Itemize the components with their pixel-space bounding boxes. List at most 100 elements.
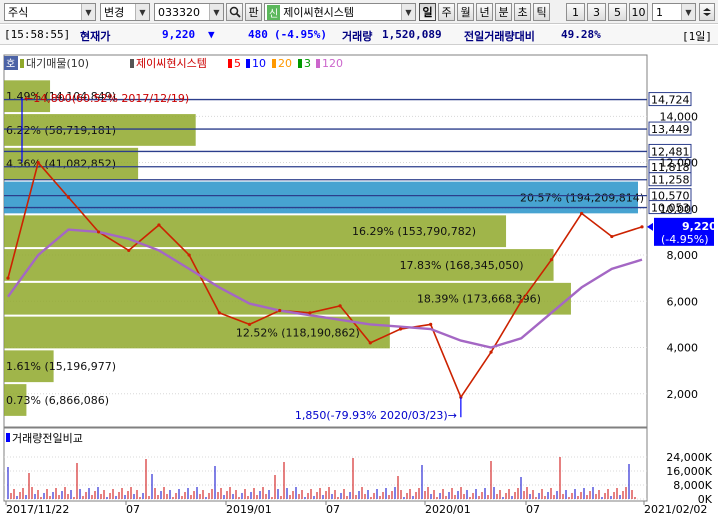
period-tag: [1일]: [682, 30, 712, 43]
high-annotation: ←14,800(60.52% 2017/12/19): [24, 92, 189, 105]
chart-frame: 1.49% (14,104,849) 6.22% (58,719,181) 4.36…: [0, 47, 718, 515]
period-button-6[interactable]: 틱: [533, 3, 550, 21]
count-value: 1: [656, 5, 663, 19]
chevron-down-icon[interactable]: ▼: [401, 4, 415, 20]
volume-tick-label: 16,000K: [666, 465, 712, 478]
legend-swatch: [272, 59, 276, 68]
legend-swatch: [130, 59, 134, 68]
period-button-3[interactable]: 년: [476, 3, 493, 21]
volume-profile-label: 0.73% (6,866,086): [6, 394, 109, 407]
y-tick-label: 8,000: [667, 249, 699, 262]
price-point: [278, 308, 282, 313]
price-chart[interactable]: 1.49% (14,104,849)6.22% (58,719,181)4.36…: [0, 47, 718, 515]
prev-ratio-label: 전일거래량대비: [464, 30, 535, 43]
volume-profile-label: 17.83% (168,345,050): [400, 259, 524, 272]
volume-label: 거래량: [342, 30, 373, 43]
period-button-1[interactable]: 주: [438, 3, 455, 21]
volume-panel-label: 거래량전일비교: [12, 431, 83, 445]
price-level-label: 13,449: [651, 123, 690, 136]
x-tick-label: 07: [326, 503, 340, 515]
chevron-down-icon[interactable]: ▼: [81, 4, 95, 20]
price-point: [519, 299, 523, 303]
stepper-icon: [703, 8, 711, 16]
period-button-4[interactable]: 분: [495, 3, 512, 21]
current-change-label: (-4.95%): [661, 233, 709, 246]
price-point: [610, 234, 614, 239]
market-select[interactable]: 주식 ▼: [4, 3, 96, 21]
legend-stock: 제이씨현시스템: [136, 57, 207, 70]
legend-ma-3: 3: [304, 57, 311, 70]
price-change-pct: (-4.95%): [274, 28, 327, 41]
price-point: [640, 225, 644, 229]
price-point: [338, 304, 342, 308]
volume-profile-label: 12.52% (118,190,862): [236, 326, 360, 339]
company-select[interactable]: 신 제이씨현시스템 ▼: [264, 3, 416, 21]
legend-swatch: [6, 433, 10, 442]
x-tick-label: 2017/11/22: [6, 503, 69, 515]
market-select-value: 주식: [8, 6, 29, 19]
change-down-icon: ▼: [208, 28, 215, 41]
chevron-down-icon[interactable]: ▼: [209, 4, 223, 20]
volume-value: 1,520,089: [382, 28, 442, 41]
y-tick-label: 6,000: [667, 295, 699, 308]
legend-ma-5: 5: [234, 57, 241, 70]
legend-swatch: [246, 59, 250, 68]
interval-button-3[interactable]: 3: [587, 3, 606, 21]
period-button-5[interactable]: 초: [514, 3, 531, 21]
count-select[interactable]: 1 ▼: [652, 3, 696, 21]
stock-code-input[interactable]: 033320 ▼: [154, 3, 224, 21]
interval-button-1[interactable]: 1: [566, 3, 585, 21]
credit-badge: 신: [267, 4, 281, 20]
x-tick-label: 2019/01: [226, 503, 272, 515]
y-tick-label: 10,000: [660, 203, 699, 216]
legend-ma-20: 20: [278, 57, 292, 70]
legend-swatch: [298, 59, 302, 68]
y-tick-label: 14,000: [660, 110, 699, 123]
prev-ratio-value: 49.28%: [561, 28, 601, 41]
x-tick-label: 2020/01: [425, 503, 471, 515]
period-button-0[interactable]: 일: [419, 3, 436, 21]
price-point: [6, 276, 10, 280]
price-level-label: 11,258: [651, 174, 690, 187]
legend-swatch: [20, 59, 24, 68]
volume-tick-label: 24,000K: [666, 451, 712, 464]
price-point: [217, 311, 221, 315]
price-point: [429, 322, 433, 326]
volume-profile-label: 1.61% (15,196,977): [6, 360, 116, 373]
change-select[interactable]: 변경 ▼: [100, 3, 150, 21]
stock-code-value: 033320: [158, 5, 200, 19]
chevron-down-icon[interactable]: ▼: [135, 4, 149, 20]
period-button-2[interactable]: 월: [457, 3, 474, 21]
current-price: 9,220: [162, 28, 196, 41]
price-point: [36, 160, 40, 165]
settings-button[interactable]: [699, 3, 715, 21]
price-point: [580, 211, 584, 216]
legend-swatch: [228, 59, 232, 68]
x-tick-label: 07: [126, 503, 140, 515]
edit-button-label: 판: [248, 6, 259, 19]
interval-button-5[interactable]: 5: [608, 3, 627, 21]
company-name: 제이씨현시스템: [283, 6, 355, 19]
price-label: 현재가: [80, 30, 111, 43]
price-point: [368, 341, 372, 345]
legend-volume-profile: 대기매물(10): [26, 57, 89, 70]
change-select-value: 변경: [104, 6, 125, 19]
y-tick-label: 12,000: [660, 157, 699, 170]
edit-button[interactable]: 판: [245, 3, 262, 21]
toolbar: 주식 ▼ 변경 ▼ 033320 ▼ 판 신 제이씨현시스템 ▼ 일주월년분초틱…: [0, 0, 718, 24]
chevron-down-icon[interactable]: ▼: [681, 4, 695, 20]
search-button[interactable]: [226, 3, 243, 21]
x-tick-label: 07: [526, 503, 540, 515]
price-point: [489, 350, 493, 354]
chart-badge-label: 호: [6, 58, 15, 70]
interval-button-10[interactable]: 10: [629, 3, 648, 21]
price-point: [308, 311, 312, 315]
legend-swatch: [316, 59, 320, 68]
low-annotation: 1,850(-79.93% 2020/03/23)→: [295, 409, 457, 422]
price-point: [247, 322, 252, 326]
legend-ma-10: 10: [252, 57, 266, 70]
price-point: [127, 248, 131, 253]
price-point: [398, 327, 403, 331]
legend-ma-120: 120: [322, 57, 343, 70]
volume-profile-label: 16.29% (153,790,782): [352, 225, 476, 238]
